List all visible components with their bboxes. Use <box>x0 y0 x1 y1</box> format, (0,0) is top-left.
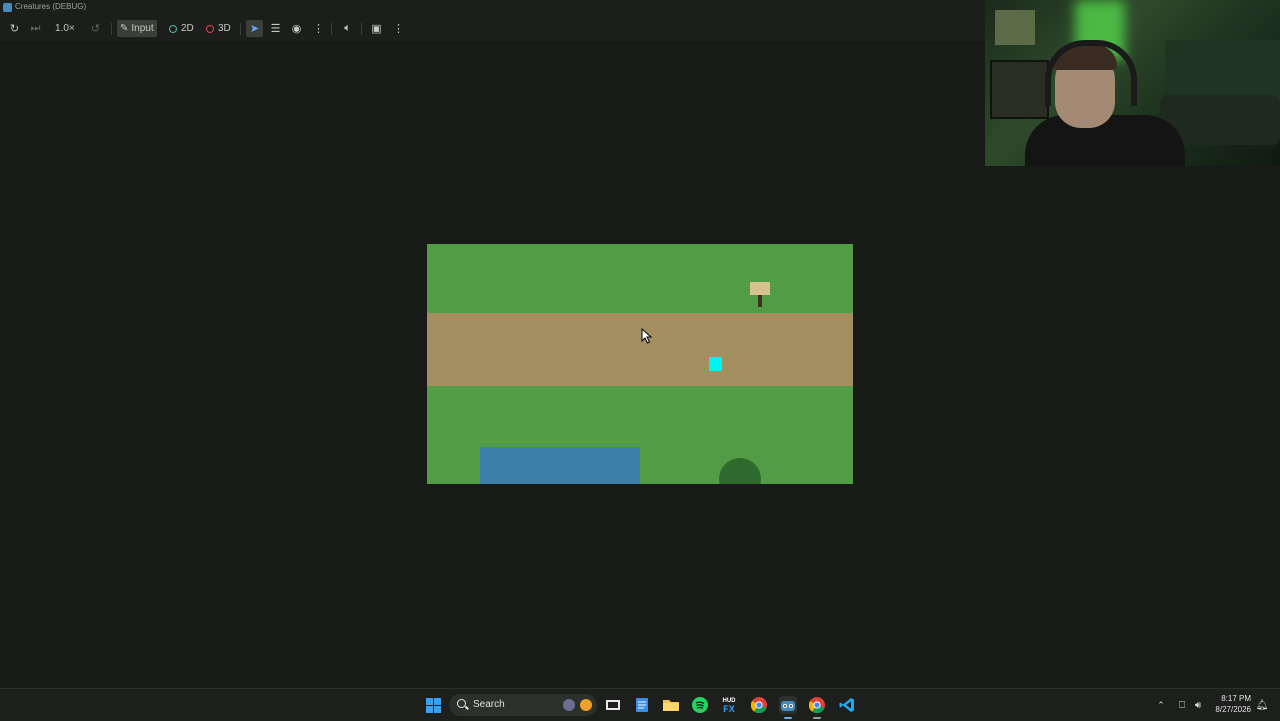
mode-2d-label: 2D <box>181 23 194 34</box>
list-select-icon[interactable]: ☰ <box>267 20 284 37</box>
godot-taskbar-icon[interactable] <box>779 696 797 714</box>
fx-label: FX <box>723 704 735 714</box>
search-highlight-icon <box>563 699 575 711</box>
water-pond <box>480 447 640 484</box>
search-icon <box>457 699 466 708</box>
more-options-icon[interactable]: ⋮ <box>310 20 327 37</box>
pen-icon: ✎ <box>120 23 129 34</box>
eye-icon[interactable]: ◉ <box>288 20 305 37</box>
signpost-board[interactable] <box>750 282 770 295</box>
dirt-path <box>427 313 853 386</box>
search-label: Search <box>473 699 505 710</box>
player-character <box>709 357 722 371</box>
clock-date[interactable]: 8/27/2026 <box>1200 705 1251 714</box>
wall-picture <box>995 10 1035 45</box>
search-highlight-icon <box>580 699 592 711</box>
suspend-icon[interactable]: ↻ <box>6 20 23 37</box>
mouse-cursor-icon <box>641 328 653 344</box>
toolbar-divider <box>361 23 362 35</box>
input-label: Input <box>131 23 154 34</box>
notification-bell-icon[interactable]: 🔔︎ <box>1253 696 1271 714</box>
streamer-body <box>1025 115 1185 166</box>
tree-bush <box>719 458 761 484</box>
active-app-indicator <box>784 717 792 719</box>
chrome-icon[interactable] <box>750 696 768 714</box>
clock-time[interactable]: 8:17 PM <box>1208 694 1251 703</box>
speaker-icon[interactable]: 🔈︎ <box>339 20 356 37</box>
hudfx-icon[interactable]: HUD FX <box>720 696 738 714</box>
taskbar: Search HUD FX ⌃ ⎕ 🔊︎ 8:17 PM 8/27/2026 🔔… <box>0 688 1280 721</box>
reset-speed-icon[interactable]: ↺ <box>87 20 104 37</box>
input-toggle-button[interactable]: ✎ Input <box>117 20 157 37</box>
file-explorer-icon[interactable] <box>662 696 680 714</box>
select-arrow-icon[interactable]: ➤ <box>246 20 263 37</box>
open-app-indicator <box>813 717 821 719</box>
circle-2d-icon <box>169 24 177 33</box>
godot-icon <box>3 3 12 12</box>
toolbar-divider <box>331 23 332 35</box>
toolbar-divider <box>111 23 112 35</box>
chevron-up-icon[interactable]: ⌃ <box>1152 696 1170 714</box>
background-monitor <box>990 60 1049 119</box>
chrome-profile-icon[interactable] <box>808 696 826 714</box>
mode-3d-button[interactable]: 3D <box>206 20 231 37</box>
notepad-icon[interactable] <box>633 696 651 714</box>
mode-2d-button[interactable]: 2D <box>169 20 194 37</box>
mode-3d-label: 3D <box>218 23 231 34</box>
circle-3d-icon <box>206 24 214 33</box>
game-viewport[interactable] <box>427 244 853 484</box>
vscode-icon[interactable] <box>838 696 856 714</box>
debug-toolbar: ↻ ⏭ 1.0× ↺ ✎ Input 2D 3D ➤ ☰ ◉ ⋮ 🔈︎ ▣ ⋮ <box>0 15 985 43</box>
task-view-icon[interactable] <box>604 696 622 714</box>
headset <box>1045 40 1137 106</box>
window-title: Creatures (DEBUG) <box>15 2 87 11</box>
toolbar-divider <box>240 23 241 35</box>
webcam-overlay <box>985 0 1280 166</box>
camera-icon[interactable]: ▣ <box>368 20 385 37</box>
camera-options-icon[interactable]: ⋮ <box>390 20 407 37</box>
taskbar-search[interactable]: Search <box>449 694 597 716</box>
next-frame-icon[interactable]: ⏭ <box>27 20 44 37</box>
spotify-icon[interactable] <box>691 696 709 714</box>
signpost-pole <box>758 295 762 307</box>
start-windows-icon[interactable] <box>424 696 442 714</box>
speed-button[interactable]: 1.0× <box>55 20 75 37</box>
